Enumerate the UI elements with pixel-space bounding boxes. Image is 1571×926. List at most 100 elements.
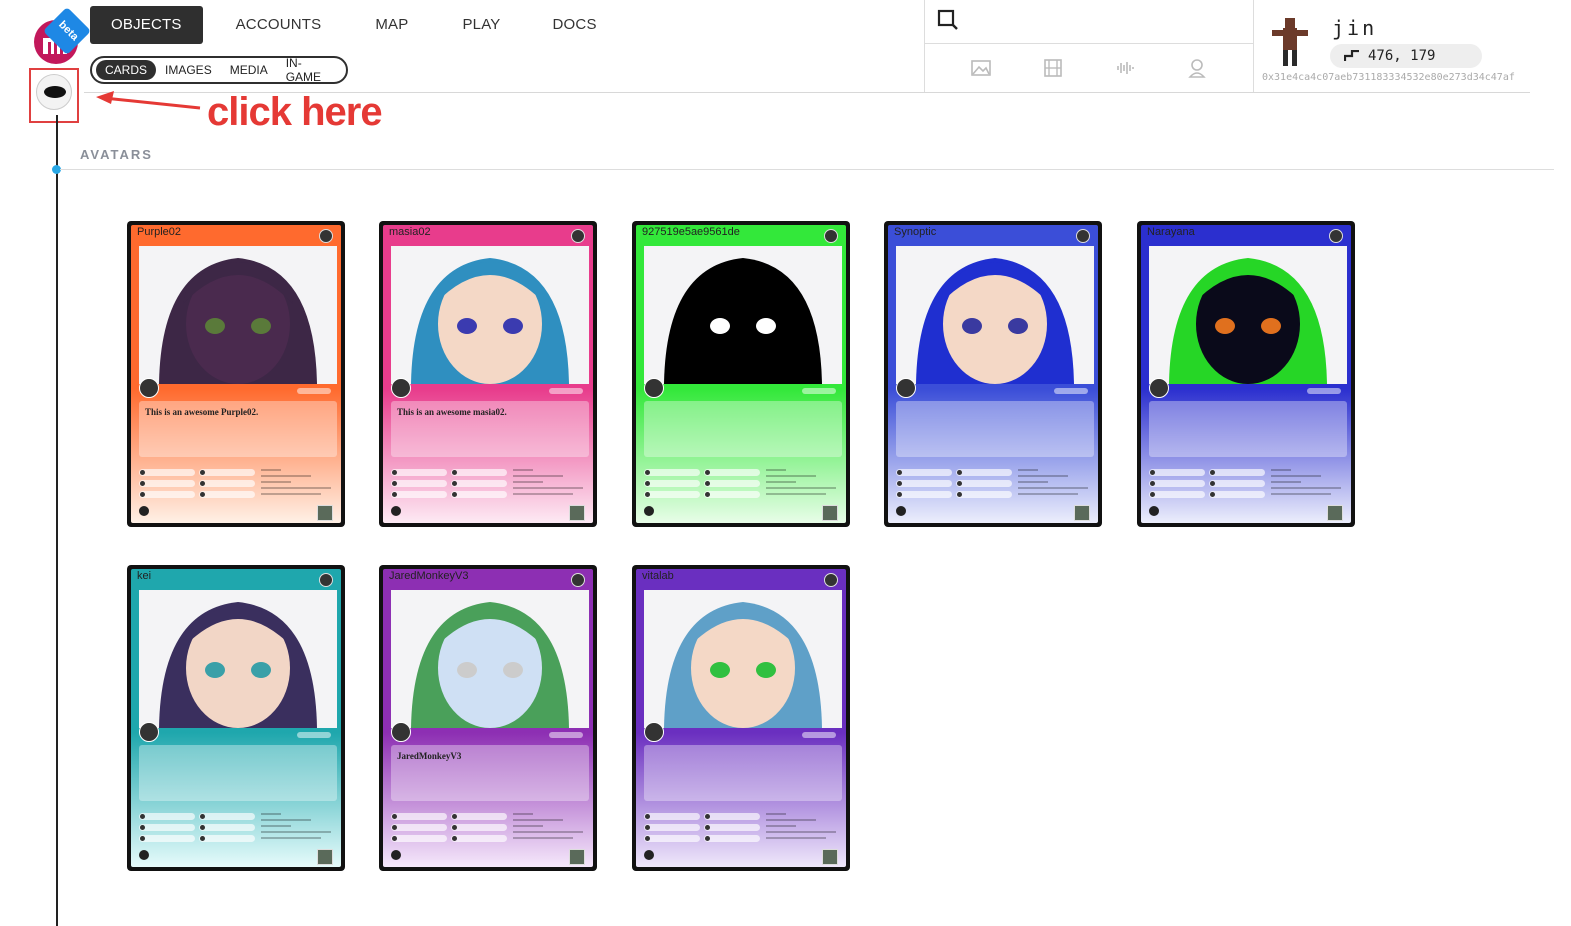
lock-badge	[549, 732, 583, 738]
stat-bar	[896, 469, 952, 476]
card-stats	[391, 469, 511, 503]
stat-bar	[451, 835, 507, 842]
stat-bar	[139, 813, 195, 820]
card-body: Synoptic	[888, 225, 1098, 523]
toolbar	[924, 0, 1254, 92]
stat-bar	[896, 491, 952, 498]
card-fine-print	[513, 469, 585, 501]
location-icon	[1344, 50, 1359, 61]
avatar-portrait-icon	[139, 246, 337, 384]
stat-bar	[391, 491, 447, 498]
avatar-card[interactable]: vitalab	[632, 565, 850, 871]
avatar-card[interactable]: JaredMonkeyV3 JaredMonkeyV3	[379, 565, 597, 871]
search-icon[interactable]	[937, 9, 959, 31]
card-stats	[644, 469, 764, 503]
nav-play[interactable]: PLAY	[441, 6, 521, 44]
card-stats	[1149, 469, 1269, 503]
owner-avatar	[644, 722, 664, 742]
stat-bar	[704, 835, 760, 842]
stat-bar	[644, 491, 700, 498]
card-artwork	[139, 590, 337, 728]
card-description-box: This is an awesome masia02.	[391, 401, 589, 457]
card-stats	[139, 813, 259, 847]
avatar-portrait-icon	[391, 590, 589, 728]
nav-accounts[interactable]: ACCOUNTS	[215, 6, 343, 44]
card-description-box: JaredMonkeyV3	[391, 745, 589, 801]
qr-code-icon	[1327, 505, 1343, 521]
stat-bar	[199, 480, 255, 487]
card-fine-print	[513, 813, 585, 845]
stat-bar	[199, 813, 255, 820]
annotation-arrow-icon	[96, 91, 201, 110]
card-stats	[139, 469, 259, 503]
card-artwork	[139, 246, 337, 384]
qr-code-icon	[822, 505, 838, 521]
qr-code-icon	[1074, 505, 1090, 521]
card-element-icon	[1076, 229, 1090, 243]
card-artwork	[896, 246, 1094, 384]
stat-bar	[139, 824, 195, 831]
card-artwork	[1149, 246, 1347, 384]
edition-icon	[1149, 506, 1159, 516]
avatar-card[interactable]: Synoptic	[884, 221, 1102, 527]
image-filter-icon[interactable]	[970, 57, 992, 79]
card-body: Narayana	[1141, 225, 1351, 523]
stat-bar	[644, 824, 700, 831]
stat-bar	[644, 480, 700, 487]
stat-bar	[704, 480, 760, 487]
card-stats	[391, 813, 511, 847]
annotation-text: click here	[207, 90, 383, 134]
avatar-filter-icon[interactable]	[1186, 57, 1208, 79]
stat-bar	[391, 824, 447, 831]
qr-code-icon	[317, 505, 333, 521]
card-body: vitalab	[636, 569, 846, 867]
card-description: This is an awesome masia02.	[397, 407, 507, 417]
avatar-card[interactable]: Narayana	[1137, 221, 1355, 527]
audio-filter-icon[interactable]	[1114, 57, 1136, 79]
card-name: JaredMonkeyV3	[389, 570, 469, 582]
avatar-card[interactable]: Purple02 This is an awesome Purple02.	[127, 221, 345, 527]
stat-bar	[199, 491, 255, 498]
subnav-media[interactable]: MEDIA	[221, 60, 277, 80]
subnav-in-game[interactable]: IN-GAME	[277, 53, 342, 87]
subnav-images[interactable]: IMAGES	[156, 60, 221, 80]
card-name: kei	[137, 570, 152, 582]
stat-bar	[199, 835, 255, 842]
lock-badge	[802, 732, 836, 738]
qr-code-icon	[822, 849, 838, 865]
edition-icon	[896, 506, 906, 516]
nav-map[interactable]: MAP	[354, 6, 429, 44]
avatar-card[interactable]: 927519e5ae9561de	[632, 221, 850, 527]
stat-bar	[451, 813, 507, 820]
search-bar[interactable]	[925, 0, 1253, 44]
card-element-icon	[319, 573, 333, 587]
stat-bar	[391, 813, 447, 820]
sidebar-toggle-button[interactable]	[36, 74, 72, 110]
stat-bar	[1149, 491, 1205, 498]
card-body: Purple02 This is an awesome Purple02.	[131, 225, 341, 523]
location-coords[interactable]: 476, 179	[1330, 44, 1482, 68]
nav-objects[interactable]: OBJECTS	[90, 6, 203, 44]
stat-bar	[704, 491, 760, 498]
avatar-card[interactable]: kei	[127, 565, 345, 871]
avatar-card[interactable]: masia02 This is an awesome masia02.	[379, 221, 597, 527]
avatar-portrait-icon	[391, 246, 589, 384]
card-name: Narayana	[1147, 226, 1195, 238]
card-description-box	[644, 401, 842, 457]
card-description-box	[1149, 401, 1347, 457]
stat-bar	[1209, 469, 1265, 476]
subnav-cards[interactable]: CARDS	[96, 60, 157, 80]
card-description: JaredMonkeyV3	[397, 751, 462, 761]
stat-bar	[1149, 480, 1205, 487]
stat-bar	[139, 491, 195, 498]
user-avatar[interactable]	[1270, 16, 1310, 68]
nav-docs[interactable]: DOCS	[532, 6, 618, 44]
card-fine-print	[766, 813, 838, 845]
card-fine-print	[1271, 469, 1343, 501]
card-description-box	[644, 745, 842, 801]
avatar-portrait-icon	[644, 590, 842, 728]
user-panel: jin 476, 179 0x31e4ca4c07aeb731183334532…	[1262, 12, 1552, 92]
user-name: jin	[1332, 16, 1378, 40]
card-element-icon	[571, 573, 585, 587]
video-filter-icon[interactable]	[1042, 57, 1064, 79]
